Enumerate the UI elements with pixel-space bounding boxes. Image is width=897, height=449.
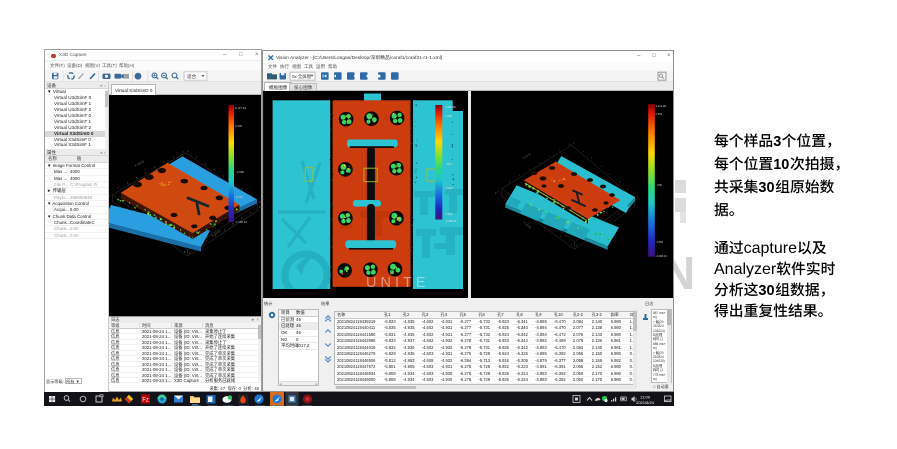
svg-text:10: 10 <box>773 157 789 173</box>
svg-text:capture: capture <box>744 240 797 257</box>
svg-text:Analyzer: Analyzer <box>714 261 777 278</box>
svg-text:30: 30 <box>758 283 774 299</box>
svg-text:3: 3 <box>773 134 781 150</box>
svg-text:30: 30 <box>758 180 774 196</box>
